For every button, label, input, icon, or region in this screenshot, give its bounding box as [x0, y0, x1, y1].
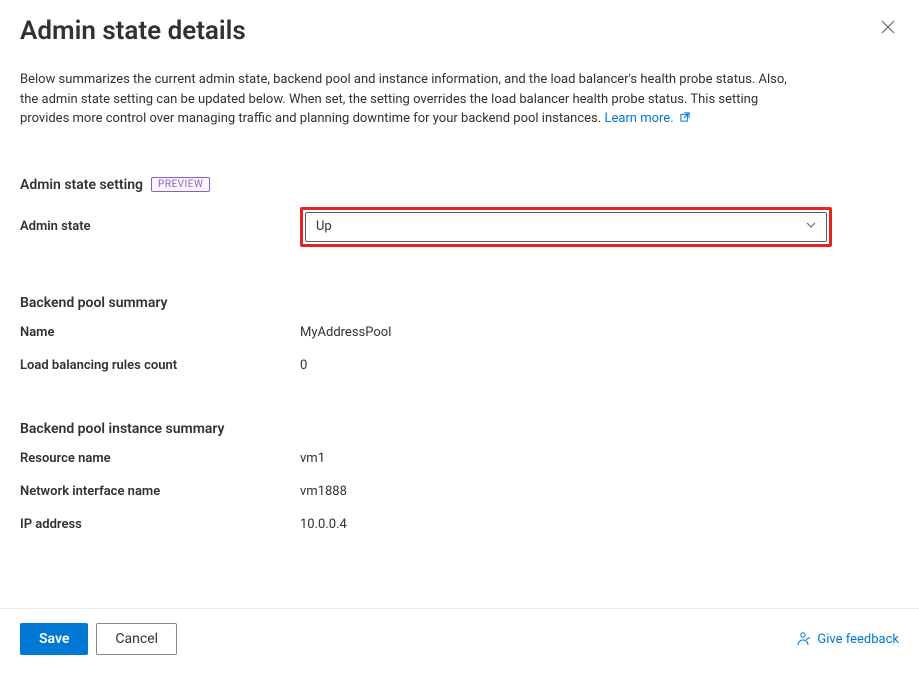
panel-header: Admin state details: [20, 16, 899, 46]
admin-state-row: Admin state Up: [20, 207, 899, 247]
panel-title: Admin state details: [20, 16, 246, 46]
admin-state-heading: Admin state setting PREVIEW: [20, 177, 899, 193]
backend-pool-summary-heading: Backend pool summary: [20, 295, 899, 311]
backend-pool-name-row: Name MyAddressPool: [20, 325, 899, 340]
backend-pool-name-label: Name: [20, 325, 300, 340]
ip-address-row: IP address 10.0.0.4: [20, 517, 899, 532]
feedback-label: Give feedback: [817, 632, 899, 647]
lb-rules-label: Load balancing rules count: [20, 358, 300, 373]
feedback-icon: [795, 631, 811, 647]
backend-pool-name-value: MyAddressPool: [300, 325, 391, 340]
admin-state-heading-text: Admin state setting: [20, 177, 143, 193]
ip-address-value: 10.0.0.4: [300, 517, 347, 532]
footer-left: Save Cancel: [20, 623, 177, 655]
external-link-icon: [679, 111, 691, 123]
footer: Save Cancel Give feedback: [0, 608, 919, 673]
description-text: Below summarizes the current admin state…: [20, 70, 800, 129]
ip-address-label: IP address: [20, 517, 300, 532]
save-button[interactable]: Save: [20, 623, 88, 655]
give-feedback-link[interactable]: Give feedback: [795, 631, 899, 647]
nic-name-value: vm1888: [300, 484, 347, 499]
admin-state-dropdown[interactable]: Up: [305, 212, 827, 242]
admin-state-dropdown-highlight: Up: [300, 207, 832, 247]
nic-name-label: Network interface name: [20, 484, 300, 499]
lb-rules-row: Load balancing rules count 0: [20, 358, 899, 373]
close-button[interactable]: [877, 16, 899, 40]
nic-name-row: Network interface name vm1888: [20, 484, 899, 499]
preview-badge: PREVIEW: [151, 177, 210, 192]
admin-state-label: Admin state: [20, 219, 300, 234]
backend-instance-summary-heading: Backend pool instance summary: [20, 421, 899, 437]
resource-name-label: Resource name: [20, 451, 300, 466]
cancel-button[interactable]: Cancel: [96, 623, 177, 655]
resource-name-row: Resource name vm1: [20, 451, 899, 466]
learn-more-link[interactable]: Learn more.: [604, 111, 690, 126]
admin-state-dropdown-value: Up: [316, 219, 332, 234]
admin-state-dropdown-wrap: Up: [305, 212, 827, 242]
learn-more-label: Learn more.: [604, 111, 673, 126]
close-icon: [881, 20, 895, 34]
resource-name-value: vm1: [300, 451, 325, 466]
lb-rules-value: 0: [300, 358, 307, 373]
